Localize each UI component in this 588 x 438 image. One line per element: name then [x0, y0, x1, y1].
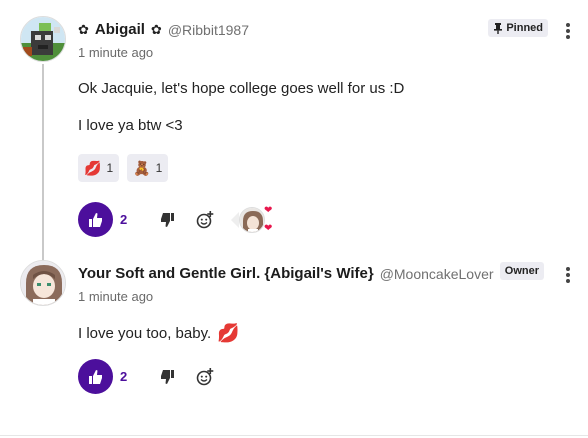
comment-text-line: I love ya btw <3 [78, 117, 183, 134]
thumbs-up-icon [88, 212, 102, 227]
author-handle[interactable]: @MooncakeLover [380, 266, 494, 282]
reaction-count: 1 [155, 161, 163, 175]
dislike-button[interactable] [155, 208, 179, 232]
add-reaction-button[interactable] [193, 365, 217, 389]
reactions: 💋 1 🧸 1 [78, 154, 169, 182]
comment-text-line: Ok Jacquie, let's hope college goes well… [78, 80, 405, 97]
comment-text-line: I love you too, baby. [78, 325, 212, 342]
dot-icon [566, 273, 570, 277]
like-count: 2 [120, 369, 128, 384]
more-options-button[interactable] [563, 21, 573, 41]
thumbs-up-icon [88, 369, 102, 384]
dot-icon [566, 279, 570, 283]
timestamp: 1 minute ago [78, 45, 154, 60]
liked-by-creator[interactable]: ❤ ❤ [231, 203, 277, 237]
dislike-button[interactable] [155, 365, 179, 389]
author-name[interactable]: Your Soft and Gentle Girl. {Abigail's Wi… [78, 265, 374, 282]
add-emoji-icon [196, 367, 214, 385]
like-button[interactable] [78, 359, 113, 394]
heart-icon: ❤ [264, 204, 273, 216]
heart-icon: ❤ [264, 222, 273, 234]
like-button[interactable] [78, 202, 113, 237]
comment-text: I love you too, baby. 💋 [78, 323, 240, 344]
teddy-bear-icon: 🧸 [133, 159, 151, 176]
thumbs-down-icon [161, 212, 174, 227]
like-count: 2 [120, 212, 128, 227]
creator-avatar [239, 206, 265, 233]
add-reaction-button[interactable] [193, 208, 217, 232]
owner-badge: Owner [499, 262, 544, 280]
badge-label: Owner [504, 265, 539, 277]
flower-icon: ✿ [78, 21, 89, 37]
thread-line [42, 64, 44, 260]
add-emoji-icon [196, 210, 214, 228]
lips-icon: 💋 [84, 159, 102, 176]
author-handle[interactable]: @Ribbit1987 [168, 22, 249, 38]
badge-label: Pinned [506, 22, 543, 34]
comment-header: Your Soft and Gentle Girl. {Abigail's Wi… [78, 265, 494, 282]
divider [0, 435, 588, 436]
more-options-button[interactable] [563, 265, 573, 285]
dot-icon [566, 29, 570, 33]
author-name[interactable]: Abigail [95, 21, 145, 38]
dot-icon [566, 23, 570, 27]
comment-header: ✿ Abigail ✿ @Ribbit1987 [78, 21, 249, 38]
timestamp: 1 minute ago [78, 289, 154, 304]
avatar[interactable] [20, 16, 66, 62]
liked-by-arrow [231, 211, 239, 228]
avatar[interactable] [20, 260, 66, 306]
pin-icon [494, 22, 503, 34]
dot-icon [566, 267, 570, 271]
reaction-lips[interactable]: 💋 1 [78, 154, 120, 182]
reaction-teddy-bear[interactable]: 🧸 1 [127, 154, 169, 182]
comment-actions: 2 [78, 202, 277, 237]
lips-icon: 💋 [217, 323, 240, 343]
dot-icon [566, 35, 570, 39]
comment-actions: 2 [78, 359, 217, 394]
pinned-badge: Pinned [488, 19, 548, 37]
flower-icon: ✿ [150, 21, 162, 37]
reaction-count: 1 [106, 161, 114, 175]
thumbs-down-icon [161, 369, 174, 384]
